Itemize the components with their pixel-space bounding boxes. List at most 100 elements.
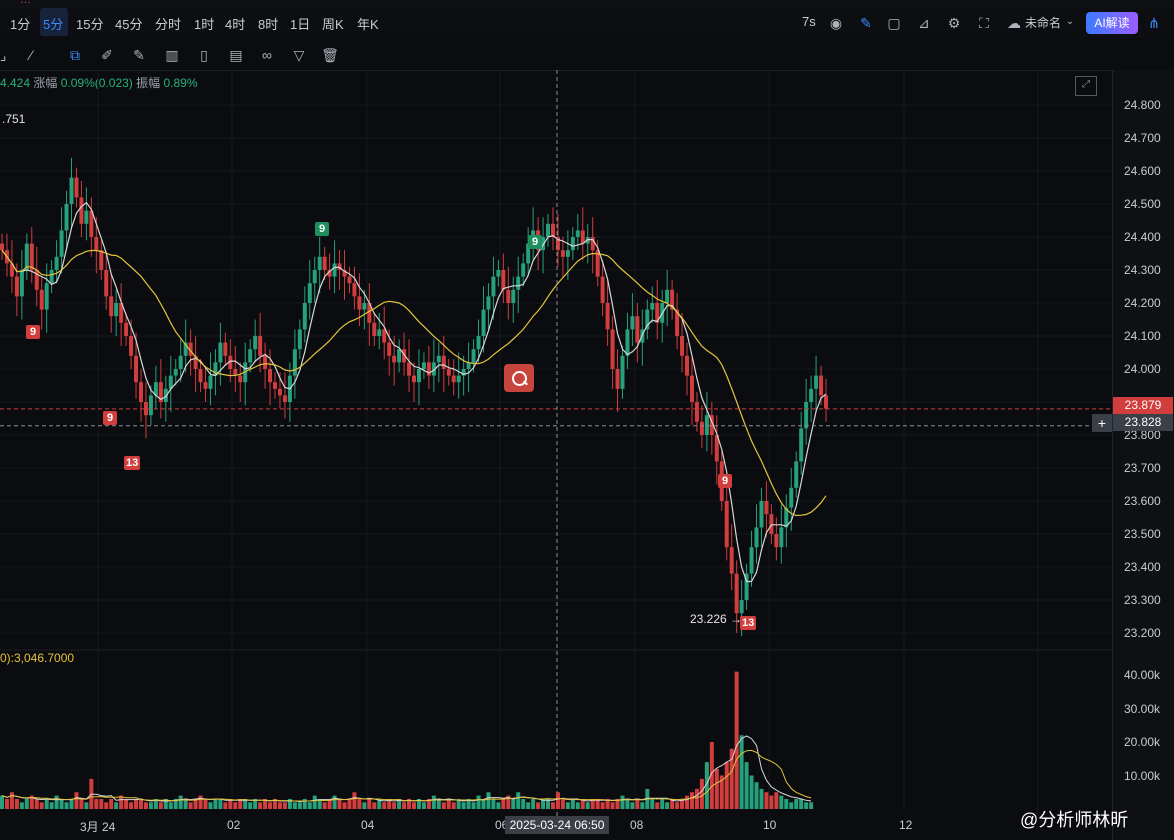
volume-bar	[809, 802, 814, 809]
volume-bar	[143, 802, 148, 809]
y-tick: 24.600	[1124, 164, 1161, 178]
volume-bar	[198, 795, 203, 809]
volume-bar	[99, 798, 104, 809]
volume-bar	[352, 792, 357, 809]
search-button[interactable]	[504, 364, 534, 392]
volume-bar	[799, 798, 804, 809]
volume-bar	[729, 748, 734, 809]
volume-bar	[357, 798, 362, 809]
volume-bar	[372, 802, 377, 809]
last-price-tag: 23.879	[1113, 397, 1173, 414]
volume-bar	[362, 802, 367, 809]
td-marker: 13	[740, 616, 757, 630]
volume-bar	[689, 792, 694, 809]
low-price-label: 23.226 →	[690, 612, 743, 626]
candle-body	[620, 355, 625, 389]
candle-body	[114, 303, 119, 317]
volume-bar	[421, 802, 426, 809]
candle-body	[436, 355, 441, 363]
volume-bar	[307, 802, 312, 809]
volume-bar	[431, 795, 436, 809]
volume-bar	[178, 795, 183, 809]
candle-body	[347, 276, 352, 284]
volume-bar	[322, 802, 327, 809]
candle-body	[412, 375, 416, 383]
volume-bar	[501, 798, 506, 809]
volume-bar	[138, 798, 143, 809]
crosshair-price-tag: 23.828	[1113, 414, 1173, 431]
candle-body	[501, 270, 506, 290]
candle-body	[456, 375, 461, 383]
td-marker: 9	[528, 235, 542, 249]
candle-body	[421, 362, 426, 369]
volume-bar	[104, 802, 109, 809]
candle-body	[317, 256, 322, 270]
candle-body	[580, 230, 585, 244]
volume-bar	[134, 798, 139, 809]
y-tick: 23.500	[1124, 527, 1161, 541]
candle-body	[769, 514, 774, 534]
candle-body	[302, 303, 307, 330]
volume-bar	[570, 798, 575, 809]
candle-body	[307, 283, 312, 303]
volume-bar	[19, 802, 24, 809]
y-tick: 23.300	[1124, 593, 1161, 607]
candle-body	[724, 501, 729, 548]
candle-body	[268, 369, 273, 383]
candle-body	[258, 336, 263, 356]
candle-body	[44, 283, 49, 310]
volume-bar	[779, 795, 784, 809]
volume-bar	[521, 798, 526, 809]
candle-body	[357, 296, 362, 310]
volume-bar	[129, 802, 134, 809]
volume-bar	[685, 795, 690, 809]
volume-bar	[734, 671, 739, 809]
volume-bar	[789, 802, 794, 809]
volume-bar	[213, 798, 218, 809]
volume-bar	[9, 792, 14, 809]
candle-body	[799, 428, 804, 462]
candle-body	[124, 322, 129, 336]
candle-body	[0, 243, 4, 251]
candle-body	[223, 342, 228, 356]
volume-bar	[0, 795, 4, 809]
candle-body	[481, 309, 486, 336]
volume-bar	[347, 798, 352, 809]
volume-bar	[640, 802, 645, 809]
vol-tick: 10.00k	[1124, 769, 1161, 783]
candle-body	[685, 355, 690, 376]
volume-bar	[233, 802, 238, 809]
candle-body	[352, 283, 357, 297]
candle-body	[824, 395, 828, 409]
candle-body	[407, 362, 412, 376]
vol-tick: 40.00k	[1124, 668, 1161, 682]
volume-bar	[555, 792, 560, 809]
candle-body	[814, 375, 819, 389]
y-tick: 24.200	[1124, 296, 1161, 310]
volume-bar	[14, 798, 19, 809]
candle-body	[282, 395, 287, 402]
volume-bar	[491, 798, 496, 809]
candle-body	[560, 250, 565, 257]
x-tick: 04	[361, 818, 375, 832]
volume-bar	[759, 788, 764, 809]
candlestick-chart[interactable]	[0, 0, 1174, 840]
volume-bar	[516, 792, 521, 809]
volume-bar	[158, 802, 163, 809]
candle-body	[104, 270, 109, 297]
volume-bar	[650, 798, 655, 809]
volume-bar	[302, 798, 307, 809]
candle-body	[471, 349, 476, 363]
candle-body	[486, 296, 491, 310]
volume-ma-slow	[1, 749, 812, 802]
volume-bar	[511, 798, 516, 809]
candle-body	[749, 547, 754, 574]
volume-bar	[630, 802, 635, 809]
candle-body	[476, 336, 481, 350]
x-tick: 10	[763, 818, 777, 832]
candle-body	[14, 276, 19, 297]
volume-bar	[124, 798, 129, 809]
add-alert-button[interactable]: +	[1092, 414, 1112, 432]
volume-bar	[49, 802, 54, 809]
candle-body	[491, 276, 496, 297]
